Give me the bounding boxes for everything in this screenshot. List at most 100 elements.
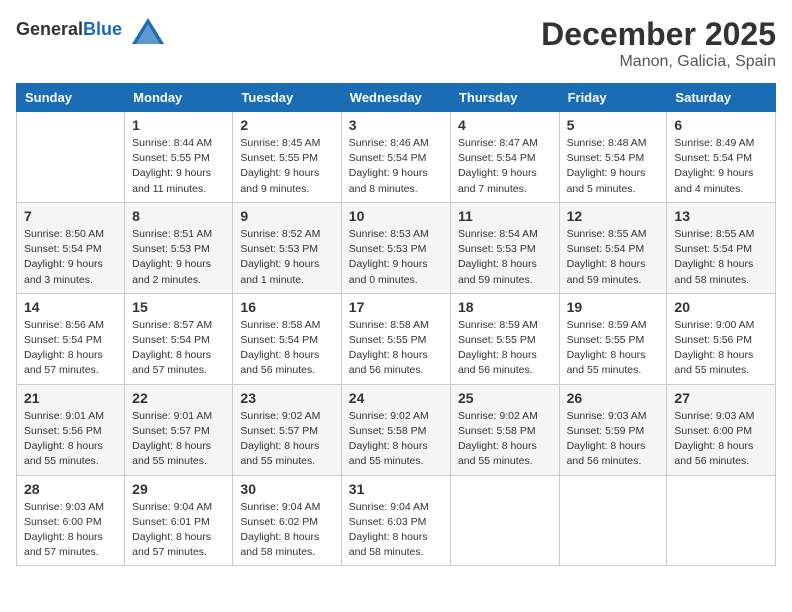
week-row-5: 28 Sunrise: 9:03 AMSunset: 6:00 PMDayligh… bbox=[17, 475, 776, 566]
week-row-4: 21Sunrise: 9:01 AMSunset: 5:56 PMDayligh… bbox=[17, 384, 776, 475]
cell-info: Sunrise: 8:52 AMSunset: 5:53 PMDaylight:… bbox=[240, 227, 333, 288]
weekday-header-monday: Monday bbox=[125, 84, 233, 112]
cell-day-number: 30 bbox=[240, 481, 333, 497]
cell-day-number: 11 bbox=[458, 208, 552, 224]
logo-icon bbox=[130, 16, 166, 46]
cell-info: Sunrise: 8:55 AMSunset: 5:54 PMDaylight:… bbox=[674, 227, 768, 288]
cell-info: Sunrise: 8:55 AMSunset: 5:54 PMDaylight:… bbox=[567, 227, 660, 288]
cell-info: Sunrise: 8:56 AMSunset: 5:54 PMDaylight:… bbox=[24, 318, 117, 379]
weekday-header-sunday: Sunday bbox=[17, 84, 125, 112]
weekday-header-thursday: Thursday bbox=[450, 84, 559, 112]
calendar-cell: 17 Sunrise: 8:58 AMSunset: 5:55 PMDayligh… bbox=[341, 293, 450, 384]
cell-info: Sunrise: 9:02 AMSunset: 5:58 PMDaylight:… bbox=[458, 409, 552, 470]
cell-day-number: 15 bbox=[132, 299, 225, 315]
calendar-cell: 13 Sunrise: 8:55 AMSunset: 5:54 PMDayligh… bbox=[667, 202, 776, 293]
weekday-header-row: SundayMondayTuesdayWednesdayThursdayFrid… bbox=[17, 84, 776, 112]
cell-info: Sunrise: 8:58 AMSunset: 5:55 PMDaylight:… bbox=[349, 318, 443, 379]
calendar-cell: 30 Sunrise: 9:04 AMSunset: 6:02 PMDayligh… bbox=[233, 475, 341, 566]
cell-info: Sunrise: 8:59 AMSunset: 5:55 PMDaylight:… bbox=[567, 318, 660, 379]
week-row-2: 7Sunrise: 8:50 AMSunset: 5:54 PMDaylight… bbox=[17, 202, 776, 293]
cell-day-number: 7 bbox=[24, 208, 117, 224]
cell-info: Sunrise: 9:02 AMSunset: 5:57 PMDaylight:… bbox=[240, 409, 333, 470]
cell-day-number: 16 bbox=[240, 299, 333, 315]
cell-day-number: 10 bbox=[349, 208, 443, 224]
calendar-cell: 20 Sunrise: 9:00 AMSunset: 5:56 PMDayligh… bbox=[667, 293, 776, 384]
cell-day-number: 19 bbox=[567, 299, 660, 315]
calendar-cell: 18Sunrise: 8:59 AMSunset: 5:55 PMDayligh… bbox=[450, 293, 559, 384]
week-row-1: 1 Sunrise: 8:44 AMSunset: 5:55 PMDaylight… bbox=[17, 112, 776, 203]
weekday-header-tuesday: Tuesday bbox=[233, 84, 341, 112]
cell-info: Sunrise: 8:51 AMSunset: 5:53 PMDaylight:… bbox=[132, 227, 225, 288]
weekday-header-wednesday: Wednesday bbox=[341, 84, 450, 112]
cell-day-number: 25 bbox=[458, 390, 552, 406]
calendar-cell: 10 Sunrise: 8:53 AMSunset: 5:53 PMDayligh… bbox=[341, 202, 450, 293]
calendar-cell: 4 Sunrise: 8:47 AMSunset: 5:54 PMDaylight… bbox=[450, 112, 559, 203]
calendar-cell: 15 Sunrise: 8:57 AMSunset: 5:54 PMDayligh… bbox=[125, 293, 233, 384]
cell-info: Sunrise: 8:57 AMSunset: 5:54 PMDaylight:… bbox=[132, 318, 225, 379]
calendar-cell: 21Sunrise: 9:01 AMSunset: 5:56 PMDayligh… bbox=[17, 384, 125, 475]
cell-day-number: 13 bbox=[674, 208, 768, 224]
cell-info: Sunrise: 9:03 AMSunset: 6:00 PMDaylight:… bbox=[24, 500, 117, 561]
cell-day-number: 12 bbox=[567, 208, 660, 224]
cell-day-number: 8 bbox=[132, 208, 225, 224]
cell-day-number: 9 bbox=[240, 208, 333, 224]
cell-info: Sunrise: 8:53 AMSunset: 5:53 PMDaylight:… bbox=[349, 227, 443, 288]
cell-day-number: 14 bbox=[24, 299, 117, 315]
cell-info: Sunrise: 9:03 AMSunset: 6:00 PMDaylight:… bbox=[674, 409, 768, 470]
calendar-cell: 9 Sunrise: 8:52 AMSunset: 5:53 PMDaylight… bbox=[233, 202, 341, 293]
cell-day-number: 21 bbox=[24, 390, 117, 406]
logo-general: GeneralBlue bbox=[16, 22, 127, 39]
cell-info: Sunrise: 9:04 AMSunset: 6:02 PMDaylight:… bbox=[240, 500, 333, 561]
month-title: December 2025 bbox=[541, 16, 776, 53]
cell-info: Sunrise: 9:01 AMSunset: 5:57 PMDaylight:… bbox=[132, 409, 225, 470]
calendar-cell: 2Sunrise: 8:45 AMSunset: 5:55 PMDaylight… bbox=[233, 112, 341, 203]
calendar-cell: 25 Sunrise: 9:02 AMSunset: 5:58 PMDayligh… bbox=[450, 384, 559, 475]
calendar-cell: 3Sunrise: 8:46 AMSunset: 5:54 PMDaylight… bbox=[341, 112, 450, 203]
cell-info: Sunrise: 9:00 AMSunset: 5:56 PMDaylight:… bbox=[674, 318, 768, 379]
calendar-cell: 11Sunrise: 8:54 AMSunset: 5:53 PMDayligh… bbox=[450, 202, 559, 293]
cell-info: Sunrise: 9:02 AMSunset: 5:58 PMDaylight:… bbox=[349, 409, 443, 470]
calendar-cell: 26 Sunrise: 9:03 AMSunset: 5:59 PMDayligh… bbox=[559, 384, 667, 475]
cell-info: Sunrise: 8:59 AMSunset: 5:55 PMDaylight:… bbox=[458, 318, 552, 379]
cell-info: Sunrise: 8:58 AMSunset: 5:54 PMDaylight:… bbox=[240, 318, 333, 379]
cell-day-number: 17 bbox=[349, 299, 443, 315]
calendar-cell bbox=[559, 475, 667, 566]
cell-day-number: 20 bbox=[674, 299, 768, 315]
cell-day-number: 31 bbox=[349, 481, 443, 497]
calendar-cell: 14 Sunrise: 8:56 AMSunset: 5:54 PMDayligh… bbox=[17, 293, 125, 384]
cell-day-number: 27 bbox=[674, 390, 768, 406]
calendar-cell bbox=[667, 475, 776, 566]
week-row-3: 14 Sunrise: 8:56 AMSunset: 5:54 PMDayligh… bbox=[17, 293, 776, 384]
calendar-cell: 23 Sunrise: 9:02 AMSunset: 5:57 PMDayligh… bbox=[233, 384, 341, 475]
cell-day-number: 26 bbox=[567, 390, 660, 406]
cell-day-number: 23 bbox=[240, 390, 333, 406]
cell-day-number: 4 bbox=[458, 117, 552, 133]
cell-info: Sunrise: 8:47 AMSunset: 5:54 PMDaylight:… bbox=[458, 136, 552, 197]
weekday-header-friday: Friday bbox=[559, 84, 667, 112]
calendar-cell: 12 Sunrise: 8:55 AMSunset: 5:54 PMDayligh… bbox=[559, 202, 667, 293]
calendar-cell: 1 Sunrise: 8:44 AMSunset: 5:55 PMDaylight… bbox=[125, 112, 233, 203]
calendar-table: SundayMondayTuesdayWednesdayThursdayFrid… bbox=[16, 83, 776, 566]
cell-day-number: 5 bbox=[567, 117, 660, 133]
cell-info: Sunrise: 8:45 AMSunset: 5:55 PMDaylight:… bbox=[240, 136, 333, 197]
logo: GeneralBlue bbox=[16, 16, 166, 46]
cell-day-number: 24 bbox=[349, 390, 443, 406]
calendar-cell: 7Sunrise: 8:50 AMSunset: 5:54 PMDaylight… bbox=[17, 202, 125, 293]
cell-info: Sunrise: 8:46 AMSunset: 5:54 PMDaylight:… bbox=[349, 136, 443, 197]
logo-text: GeneralBlue bbox=[16, 16, 166, 46]
cell-info: Sunrise: 9:03 AMSunset: 5:59 PMDaylight:… bbox=[567, 409, 660, 470]
title-block: December 2025 Manon, Galicia, Spain bbox=[541, 16, 776, 71]
calendar-cell: 27 Sunrise: 9:03 AMSunset: 6:00 PMDayligh… bbox=[667, 384, 776, 475]
location-title: Manon, Galicia, Spain bbox=[541, 53, 776, 71]
weekday-header-saturday: Saturday bbox=[667, 84, 776, 112]
calendar-cell: 19 Sunrise: 8:59 AMSunset: 5:55 PMDayligh… bbox=[559, 293, 667, 384]
cell-day-number: 1 bbox=[132, 117, 225, 133]
page-header: GeneralBlue December 2025 Manon, Galicia… bbox=[16, 16, 776, 71]
calendar-cell: 6Sunrise: 8:49 AMSunset: 5:54 PMDaylight… bbox=[667, 112, 776, 203]
calendar-cell: 22Sunrise: 9:01 AMSunset: 5:57 PMDayligh… bbox=[125, 384, 233, 475]
cell-day-number: 28 bbox=[24, 481, 117, 497]
cell-info: Sunrise: 8:44 AMSunset: 5:55 PMDaylight:… bbox=[132, 136, 225, 197]
cell-info: Sunrise: 9:04 AMSunset: 6:01 PMDaylight:… bbox=[132, 500, 225, 561]
cell-day-number: 29 bbox=[132, 481, 225, 497]
calendar-cell: 8 Sunrise: 8:51 AMSunset: 5:53 PMDaylight… bbox=[125, 202, 233, 293]
